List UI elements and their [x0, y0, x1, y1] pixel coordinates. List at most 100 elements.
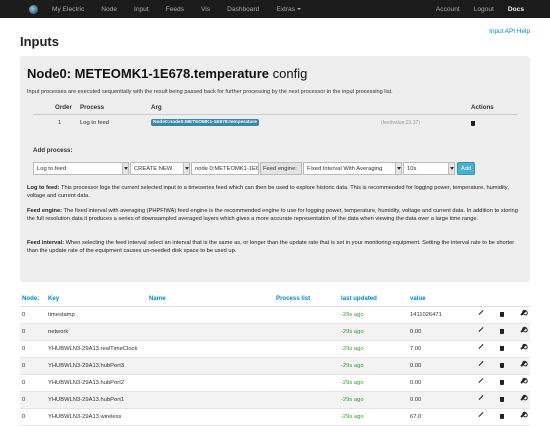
edit-pencil-icon[interactable] — [478, 310, 484, 315]
config-title-suffix: config — [269, 66, 308, 81]
edit-pencil-icon[interactable] — [478, 378, 484, 383]
config-title: Node0: METEOMK1-1E678.temperature config — [27, 66, 307, 81]
config-description: Input processes are executed sequentiall… — [27, 89, 393, 95]
edit-pencil-icon[interactable] — [478, 412, 484, 417]
col-name[interactable]: Name — [149, 295, 166, 302]
delete-trash-icon[interactable] — [500, 346, 504, 351]
delete-process-icon[interactable] — [471, 121, 475, 126]
cell-value: 0.00 — [410, 363, 422, 369]
feed-engine-label: Feed engine: — [260, 162, 302, 175]
table-row[interactable]: 0 timestamp -29s ago 1411026471 — [20, 307, 530, 324]
globe-logo-icon[interactable] — [29, 4, 38, 14]
cell-value: 0.00 — [410, 397, 422, 403]
delete-trash-icon[interactable] — [500, 380, 504, 385]
cell-key: timestamp — [48, 312, 75, 318]
process-select-value: Log to feed — [37, 166, 67, 172]
info-feed-engine-text: The fixed interval with averaging (PHPFI… — [27, 208, 518, 222]
configure-wrench-icon[interactable] — [520, 412, 526, 418]
col-actions: Actions — [471, 104, 494, 111]
process-arg-badge[interactable]: Node0:node0:METEOMK1-1E678:temperature — [151, 119, 259, 126]
info-feed-engine: Feed engine: The fixed interval with ave… — [27, 208, 523, 223]
inputs-table-body: 0 timestamp -29s ago 1411026471 0 network -29s… — [20, 307, 530, 426]
cell-last-updated: -29s ago — [341, 380, 364, 386]
cell-node: 0 — [22, 312, 26, 318]
feed-create-select[interactable]: CREATE NEW — [130, 162, 190, 175]
table-row[interactable]: 0 YHUBWLN3-29A13.hubPort2 -29s ago 0.00 — [20, 375, 530, 392]
feed-interval-select[interactable]: 10s — [403, 162, 455, 175]
info-feed-engine-title: Feed engine: — [27, 208, 63, 214]
table-row[interactable]: 0 YHUBWLN3-29A13.realTimeClock -29s ago 7.0… — [20, 341, 530, 358]
cell-value: 0.00 — [410, 329, 422, 335]
table-row[interactable]: 0 YHUBWLN3-29A13.hubPort1 -29s ago 0.00 — [20, 392, 530, 409]
nav-my-electric[interactable]: My Electric — [52, 6, 84, 13]
col-process-list[interactable]: Process list — [276, 295, 310, 302]
add-process-button[interactable]: Add — [457, 162, 475, 175]
cell-node: 0 — [22, 346, 26, 352]
cell-last-updated: -29s ago — [341, 346, 364, 352]
nav-vis[interactable]: Vis — [201, 6, 210, 13]
cell-last-updated: -29s ago — [341, 397, 364, 403]
nav-node[interactable]: Node — [101, 6, 117, 13]
delete-trash-icon[interactable] — [500, 414, 504, 419]
cell-last-updated: -29s ago — [341, 329, 364, 335]
process-feedvalue: (feedvalue:23.37) — [381, 120, 420, 126]
delete-trash-icon[interactable] — [500, 363, 504, 368]
configure-wrench-icon[interactable] — [520, 327, 526, 333]
cell-value: 7.00 — [410, 346, 422, 352]
nav-account[interactable]: Account — [436, 6, 460, 13]
configure-wrench-icon[interactable] — [520, 310, 526, 316]
col-node[interactable]: Node: — [22, 295, 39, 302]
edit-pencil-icon[interactable] — [478, 361, 484, 366]
nav-docs[interactable]: Docs — [508, 6, 524, 13]
add-process-label: Add process: — [33, 147, 73, 154]
nav-input[interactable]: Input — [134, 6, 149, 13]
col-last-updated[interactable]: last updated — [341, 295, 377, 302]
process-name: Log to feed — [80, 120, 110, 126]
cell-key: network — [48, 329, 69, 335]
process-config-panel: Node0: METEOMK1-1E678.temperature config… — [20, 56, 530, 282]
nav-extras[interactable]: Extras — [276, 6, 302, 13]
process-table-header: Order Process Arg Actions — [33, 101, 517, 115]
nav-feeds[interactable]: Feeds — [166, 6, 184, 13]
edit-pencil-icon[interactable] — [478, 344, 484, 349]
cell-node: 0 — [22, 414, 26, 420]
input-api-help-link[interactable]: Input API Help — [489, 28, 530, 35]
select-arrow-icon — [448, 163, 454, 174]
delete-trash-icon[interactable] — [500, 397, 504, 402]
col-arg: Arg — [151, 104, 162, 111]
cell-node: 0 — [22, 397, 26, 403]
nav-dashboard[interactable]: Dashboard — [227, 6, 259, 13]
info-feed-interval: Feed interval: When selecting the feed i… — [27, 240, 523, 255]
feed-engine-value: Fixed Interval With Averaging — [307, 166, 383, 172]
nav-logout[interactable]: Logout — [474, 6, 494, 13]
col-key[interactable]: Key — [48, 295, 59, 302]
configure-wrench-icon[interactable] — [520, 344, 526, 350]
info-feed-interval-text: When selecting the feed interval select … — [27, 240, 515, 254]
configure-wrench-icon[interactable] — [520, 395, 526, 401]
inputs-table-header: Node: Key Name Process list last updated… — [20, 290, 530, 307]
select-arrow-icon — [183, 163, 189, 174]
process-select[interactable]: Log to feed — [33, 162, 129, 175]
cell-key: YHUBWLN3-29A13.realTimeClock — [48, 346, 138, 352]
cell-key: YHUBWLN3-29A13.wireless — [48, 414, 122, 420]
table-row[interactable]: 0 network -29s ago 0.00 — [20, 324, 530, 341]
info-log-to-feed-text: This processor logs the current selected… — [27, 185, 509, 199]
configure-wrench-icon[interactable] — [520, 378, 526, 384]
feed-engine-select[interactable]: Fixed Interval With Averaging — [303, 162, 402, 175]
delete-trash-icon[interactable] — [500, 329, 504, 334]
feed-create-value: CREATE NEW — [134, 166, 173, 172]
cell-last-updated: -29s ago — [341, 312, 364, 318]
edit-pencil-icon[interactable] — [478, 395, 484, 400]
cell-node: 0 — [22, 329, 26, 335]
delete-trash-icon[interactable] — [500, 312, 504, 317]
col-value[interactable]: value — [410, 295, 426, 302]
feed-interval-value: 10s — [407, 166, 417, 172]
configure-wrench-icon[interactable] — [520, 361, 526, 367]
table-row[interactable]: 0 YHUBWLN3-29A13.hubPort3 -29s ago 0.00 — [20, 358, 530, 375]
cell-value: 67.0 — [410, 414, 422, 420]
info-log-to-feed: Log to feed: This processor logs the cur… — [27, 185, 523, 200]
col-order: Order — [55, 104, 72, 111]
info-log-to-feed-title: Log to feed: — [27, 185, 60, 191]
feed-name-input[interactable]: node 0:METEOMK1-1E6 — [191, 162, 259, 175]
edit-pencil-icon[interactable] — [478, 327, 484, 332]
